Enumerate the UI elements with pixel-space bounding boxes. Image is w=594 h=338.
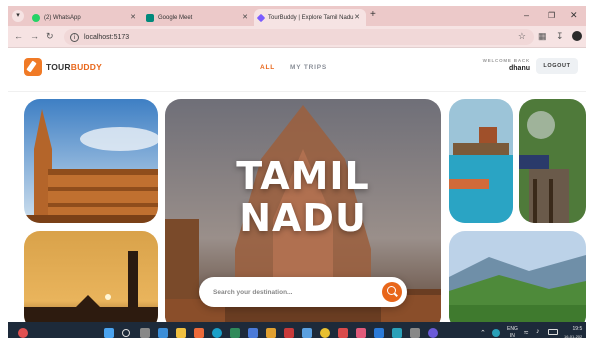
logo-icon[interactable] [24, 58, 42, 76]
forward-icon[interactable]: → [30, 31, 39, 41]
app-icon-7[interactable] [302, 328, 312, 338]
hero-title-line1: TAMIL [236, 154, 370, 198]
edge-icon[interactable] [212, 328, 222, 338]
tray-chevron-icon[interactable]: ⌃ [480, 329, 486, 337]
reload-icon[interactable]: ↻ [46, 31, 54, 42]
app-icon-6[interactable] [284, 328, 294, 338]
welcome-block: WELCOME BACK dhanu [483, 58, 530, 72]
windows-start-icon[interactable] [104, 328, 114, 338]
temple-photo [24, 99, 158, 223]
windows-taskbar: ⌃ ENG IN ≈ ♪ 19:5 16-01-202 [8, 322, 586, 338]
tab-tourbuddy[interactable]: TourBuddy | Explore Tamil Nadu ✕ [254, 9, 366, 26]
back-icon[interactable]: ← [14, 31, 23, 41]
tab-label: TourBuddy | Explore Tamil Nadu [268, 14, 354, 21]
wifi-icon[interactable]: ≈ [524, 328, 528, 337]
close-tab-icon[interactable]: ✕ [242, 13, 248, 21]
battery-icon[interactable] [548, 329, 558, 335]
sunset-photo [24, 231, 158, 331]
profile-avatar[interactable] [572, 31, 582, 41]
coast-photo [449, 99, 513, 223]
maximize-icon[interactable]: ❐ [548, 11, 555, 20]
logo-buddy: BUDDY [70, 62, 102, 72]
site-info-icon[interactable]: i [70, 32, 79, 42]
hills-photo [449, 231, 586, 331]
logo-tour: TOUR [46, 62, 71, 72]
search-button[interactable] [382, 282, 402, 302]
search-input[interactable]: Search your destination... [199, 277, 407, 307]
photo-coast[interactable] [449, 99, 513, 223]
taskbar-search-icon[interactable] [122, 329, 130, 337]
welcome-label: WELCOME BACK [482, 58, 530, 63]
browser-tab-strip: ▾ (2) WhatsApp ✕ Google Meet ✕ TourBuddy… [8, 6, 586, 26]
clock-date: 16-01-202 [564, 334, 583, 338]
hero-card: TAMIL NADU Search your destination... [165, 99, 441, 331]
clock[interactable]: 19:5 16-01-202 [564, 325, 582, 338]
app-icon-5[interactable] [266, 328, 276, 338]
close-tab-icon[interactable]: ✕ [354, 13, 360, 21]
photo-hills[interactable] [449, 231, 586, 331]
photo-sunset-left[interactable] [24, 231, 158, 331]
extensions-icon[interactable]: ▦ [538, 31, 547, 42]
browser-toolbar: ← → ↻ i localhost:5173 ☆ ▦ ↧ [8, 26, 586, 48]
train-photo [519, 99, 586, 223]
nav-all[interactable]: ALL [260, 64, 275, 71]
photo-temple-left[interactable] [24, 99, 158, 223]
app-icon-11[interactable] [410, 328, 420, 338]
app-icon-3[interactable] [230, 328, 240, 338]
minimize-icon[interactable]: – [524, 10, 529, 20]
app-icon-10[interactable] [392, 328, 402, 338]
vite-icon [256, 13, 266, 22]
app-icon-4[interactable] [248, 328, 258, 338]
file-explorer-icon[interactable] [176, 328, 186, 338]
logout-button[interactable]: LOGOUT [536, 58, 578, 74]
app-icon-9[interactable] [356, 328, 366, 338]
app-icon-8[interactable] [338, 328, 348, 338]
new-tab-button[interactable]: + [370, 9, 376, 20]
address-text: localhost:5173 [84, 33, 130, 41]
photo-train[interactable] [519, 99, 586, 223]
screen: ▾ (2) WhatsApp ✕ Google Meet ✕ TourBuddy… [8, 6, 586, 338]
chrome-icon[interactable] [320, 328, 330, 338]
lang-line2: IN [509, 333, 515, 338]
close-tab-icon[interactable]: ✕ [130, 13, 136, 21]
vscode-icon[interactable] [374, 328, 384, 338]
search-placeholder: Search your destination... [213, 288, 293, 296]
volume-icon[interactable]: ♪ [536, 328, 540, 335]
lang-line1: ENG [507, 326, 518, 332]
app-icon-12[interactable] [428, 328, 438, 338]
hero-title-line2: NADU [239, 196, 367, 240]
close-window-icon[interactable]: ✕ [570, 10, 578, 21]
username: dhanu [509, 65, 530, 72]
app-icon-2[interactable] [194, 328, 204, 338]
address-bar[interactable]: i localhost:5173 ☆ [64, 29, 534, 45]
tray-app-icon[interactable] [492, 329, 500, 337]
download-icon[interactable]: ↧ [556, 31, 564, 42]
logo-text[interactable]: TOURBUDDY [46, 62, 102, 72]
tab-whatsapp[interactable]: (2) WhatsApp ✕ [28, 9, 142, 26]
tab-google-meet[interactable]: Google Meet ✕ [142, 9, 254, 26]
site-header: TOURBUDDY ALL MY TRIPS WELCOME BACK dhan… [8, 48, 586, 92]
whatsapp-icon [32, 13, 40, 22]
app-icon-1[interactable] [158, 328, 168, 338]
tab-label: (2) WhatsApp [44, 14, 81, 21]
language-indicator[interactable]: ENG IN [507, 326, 518, 338]
bookmark-star-icon[interactable]: ☆ [518, 31, 526, 42]
tab-label: Google Meet [158, 14, 193, 21]
meet-icon [146, 13, 154, 22]
tab-search-button[interactable]: ▾ [12, 10, 24, 22]
task-view-icon[interactable] [140, 328, 150, 338]
clock-time: 19:5 [572, 326, 583, 332]
nav-my-trips[interactable]: MY TRIPS [290, 64, 327, 71]
weather-icon[interactable] [18, 328, 28, 338]
